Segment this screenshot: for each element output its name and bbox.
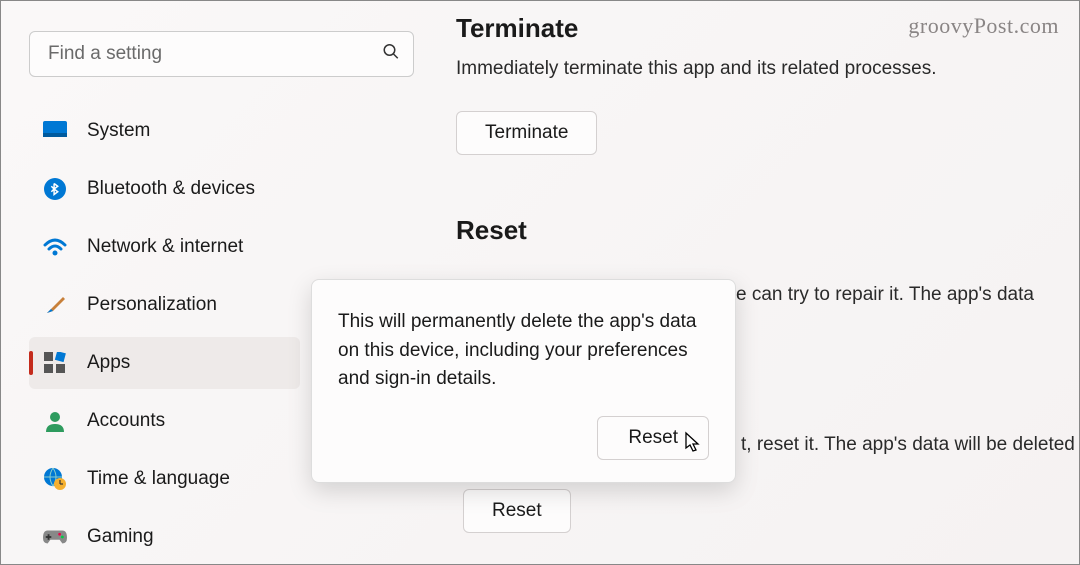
popup-message: This will permanently delete the app's d… — [338, 308, 709, 394]
bluetooth-icon — [43, 177, 67, 201]
person-icon — [43, 409, 67, 433]
apps-icon — [43, 351, 67, 375]
sidebar-item-time[interactable]: Time & language — [29, 453, 300, 505]
sidebar-item-label: Accounts — [87, 410, 165, 432]
sidebar-item-personalization[interactable]: Personalization — [29, 279, 300, 331]
sidebar-item-label: Apps — [87, 352, 130, 374]
wifi-icon — [43, 235, 67, 259]
sidebar-item-system[interactable]: System — [29, 105, 300, 157]
sidebar-item-label: Gaming — [87, 526, 154, 548]
repair-description-partial: e can try to repair it. The app's data — [736, 281, 1049, 310]
sidebar-item-network[interactable]: Network & internet — [29, 221, 300, 273]
sidebar-item-label: Bluetooth & devices — [87, 178, 255, 200]
sidebar-item-gaming[interactable]: Gaming — [29, 511, 300, 563]
reset-heading: Reset — [456, 215, 1049, 246]
watermark-text: groovyPost.com — [908, 13, 1059, 39]
gamepad-icon — [43, 525, 67, 549]
paintbrush-icon — [43, 293, 67, 317]
sidebar-item-accounts[interactable]: Accounts — [29, 395, 300, 447]
sidebar-item-label: Personalization — [87, 294, 217, 316]
popup-reset-button[interactable]: Reset — [597, 416, 709, 460]
sidebar-item-label: Time & language — [87, 468, 230, 490]
nav-list: System Bluetooth & devices Network & int… — [29, 105, 300, 563]
reset-description-partial: t, reset it. The app's data will be dele… — [741, 431, 1079, 460]
reset-button[interactable]: Reset — [463, 489, 571, 533]
sidebar-item-label: Network & internet — [87, 236, 243, 258]
sidebar-item-bluetooth[interactable]: Bluetooth & devices — [29, 163, 300, 215]
globe-clock-icon — [43, 467, 67, 491]
terminate-description: Immediately terminate this app and its r… — [456, 56, 1049, 83]
reset-confirm-popup: This will permanently delete the app's d… — [311, 279, 736, 483]
sidebar: System Bluetooth & devices Network & int… — [1, 1, 306, 564]
system-icon — [43, 119, 67, 143]
sidebar-item-label: System — [87, 120, 150, 142]
sidebar-item-apps[interactable]: Apps — [29, 337, 300, 389]
terminate-button[interactable]: Terminate — [456, 111, 597, 155]
